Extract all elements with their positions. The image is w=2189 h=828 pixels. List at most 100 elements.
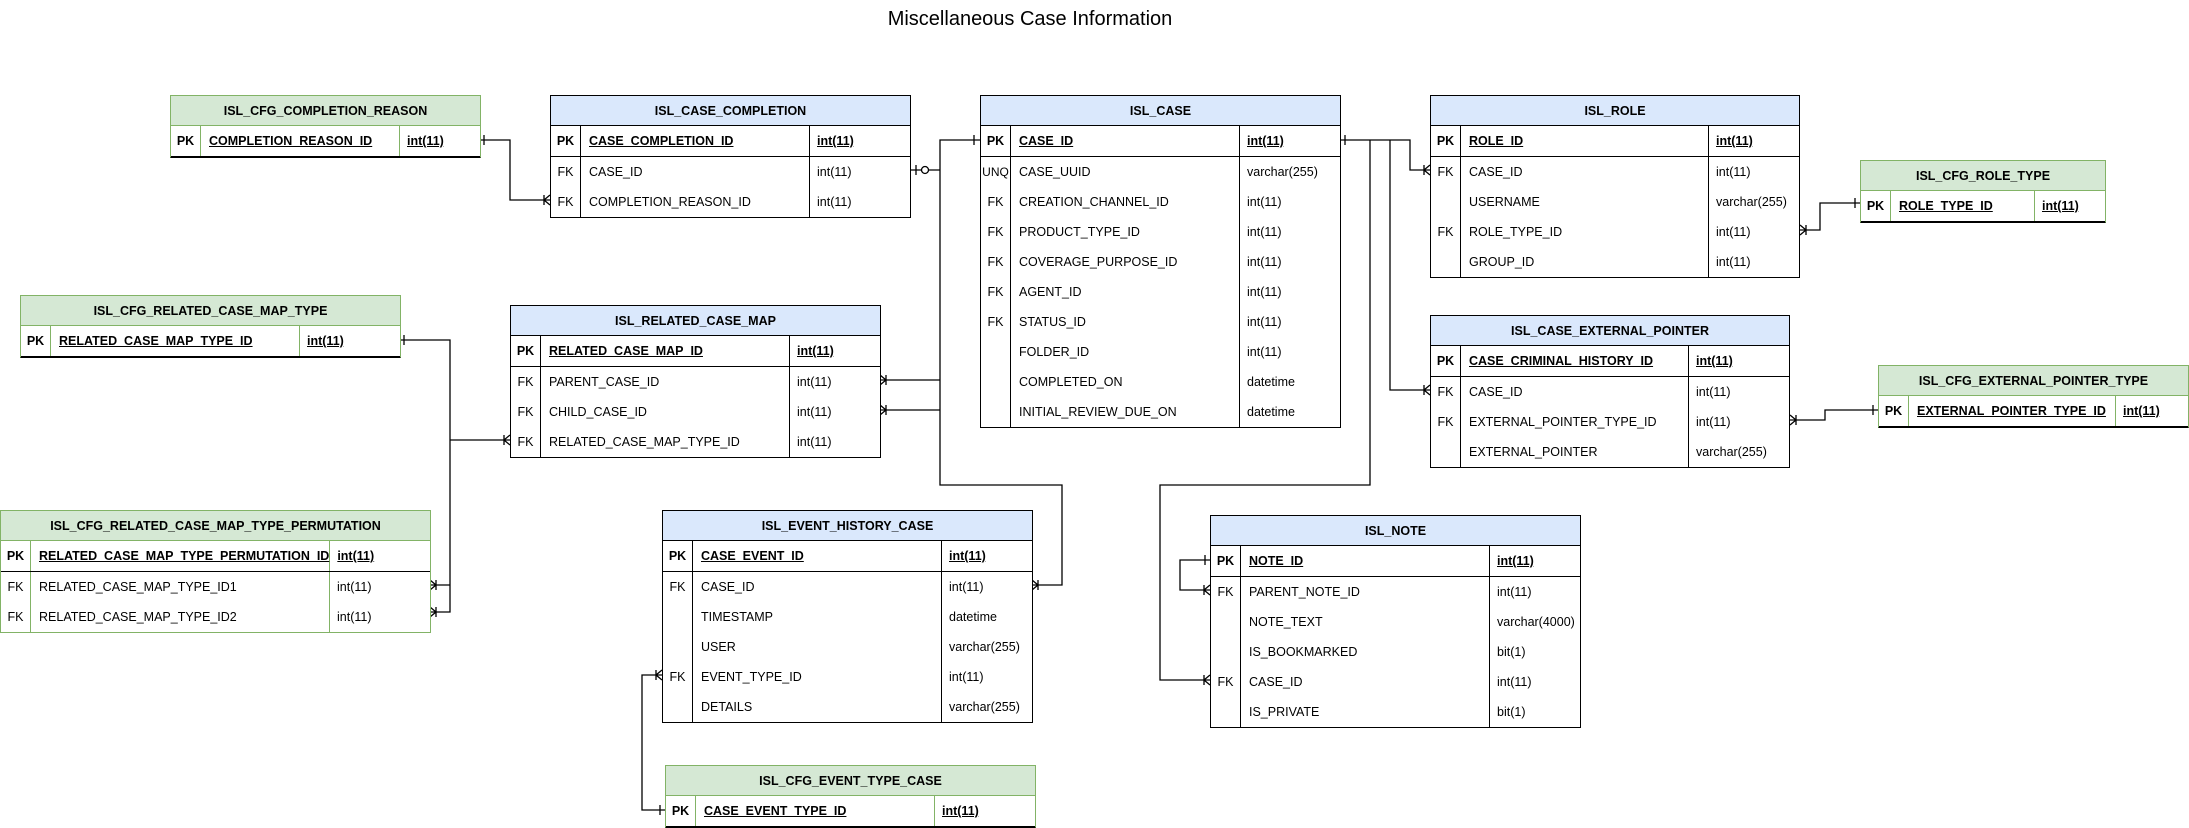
column-name: CHILD_CASE_ID (541, 397, 790, 427)
key-badge (663, 602, 693, 632)
table-row[interactable]: FOLDER_ID int(11) (981, 337, 1340, 367)
table-header: ISL_EVENT_HISTORY_CASE (663, 511, 1032, 541)
table-row[interactable]: FK EXTERNAL_POINTER_TYPE_ID int(11) (1431, 407, 1789, 437)
table-isl-event-history-case[interactable]: ISL_EVENT_HISTORY_CASE PK CASE_EVENT_ID int… (662, 510, 1033, 723)
table-row[interactable]: PK CASE_EVENT_TYPE_ID int(11) (666, 796, 1035, 827)
table-row[interactable]: GROUP_ID int(11) (1431, 247, 1799, 277)
table-row[interactable]: FK PARENT_CASE_ID int(11) (511, 367, 880, 397)
table-row[interactable]: FK ROLE_TYPE_ID int(11) (1431, 217, 1799, 247)
table-row[interactable]: USER varchar(255) (663, 632, 1032, 662)
table-row[interactable]: EXTERNAL_POINTER varchar(255) (1431, 437, 1789, 467)
key-badge: PK (663, 541, 693, 571)
table-row[interactable]: FK CASE_ID int(11) (1431, 157, 1799, 187)
table-row[interactable]: PK CASE_COMPLETION_ID int(11) (551, 126, 910, 157)
column-type: int(11) (1696, 354, 1733, 368)
table-isl-case-completion[interactable]: ISL_CASE_COMPLETION PK CASE_COMPLETION_ID i… (550, 95, 911, 218)
table-isl-cfg-role-type[interactable]: ISL_CFG_ROLE_TYPE PK ROLE_TYPE_ID int(11) (1860, 160, 2106, 223)
column-type: int(11) (1247, 315, 1282, 329)
table-row[interactable]: USERNAME varchar(255) (1431, 187, 1799, 217)
table-row[interactable]: FK RELATED_CASE_MAP_TYPE_ID1 int(11) (1, 572, 430, 602)
column-name: CASE_COMPLETION_ID (581, 126, 810, 156)
column-type: int(11) (1247, 225, 1282, 239)
table-row[interactable]: FK CASE_ID int(11) (1431, 377, 1789, 407)
table-isl-cfg-completion-reason[interactable]: ISL_CFG_COMPLETION_REASON PK COMPLETION_RE… (170, 95, 481, 158)
table-row[interactable]: FK COVERAGE_PURPOSE_ID int(11) (981, 247, 1340, 277)
column-type: int(11) (1247, 134, 1284, 148)
table-row[interactable]: FK RELATED_CASE_MAP_TYPE_ID2 int(11) (1, 602, 430, 632)
column-type: int(11) (2042, 199, 2079, 213)
table-row[interactable]: PK CASE_CRIMINAL_HISTORY_ID int(11) (1431, 346, 1789, 377)
column-type: int(11) (1716, 134, 1753, 148)
table-isl-cfg-related-case-map-type[interactable]: ISL_CFG_RELATED_CASE_MAP_TYPE PK RELATED_C… (20, 295, 401, 358)
column-name: INITIAL_REVIEW_DUE_ON (1011, 397, 1240, 427)
table-row[interactable]: PK ROLE_TYPE_ID int(11) (1861, 191, 2105, 222)
table-row[interactable]: FK CREATION_CHANNEL_ID int(11) (981, 187, 1340, 217)
link-ext-pointer-case (1389, 140, 1430, 391)
table-row[interactable]: FK AGENT_ID int(11) (981, 277, 1340, 307)
table-row[interactable]: PK COMPLETION_REASON_ID int(11) (171, 126, 480, 157)
key-badge: PK (1431, 346, 1461, 376)
table-row[interactable]: PK CASE_EVENT_ID int(11) (663, 541, 1032, 572)
table-isl-related-case-map[interactable]: ISL_RELATED_CASE_MAP PK RELATED_CASE_MAP_I… (510, 305, 881, 458)
table-header: ISL_CFG_COMPLETION_REASON (171, 96, 480, 126)
column-name: GROUP_ID (1461, 247, 1709, 277)
column-name: EVENT_TYPE_ID (693, 662, 942, 692)
table-row[interactable]: PK CASE_ID int(11) (981, 126, 1340, 157)
table-row[interactable]: PK RELATED_CASE_MAP_ID int(11) (511, 336, 880, 367)
table-header: ISL_NOTE (1211, 516, 1580, 546)
column-name: PARENT_NOTE_ID (1241, 577, 1490, 607)
table-row[interactable]: TIMESTAMP datetime (663, 602, 1032, 632)
table-isl-role[interactable]: ISL_ROLE PK ROLE_ID int(11) FK CASE_ID int(11)… (1430, 95, 1800, 278)
column-type: bit(1) (1497, 645, 1526, 659)
table-row[interactable]: INITIAL_REVIEW_DUE_ON datetime (981, 397, 1340, 427)
column-name: CASE_ID (581, 157, 810, 187)
key-badge (981, 397, 1011, 427)
table-row[interactable]: DETAILS varchar(255) (663, 692, 1032, 722)
table-row[interactable]: NOTE_TEXT varchar(4000) (1211, 607, 1580, 637)
table-row[interactable]: FK PARENT_NOTE_ID int(11) (1211, 577, 1580, 607)
column-type: int(11) (1716, 225, 1751, 239)
table-row[interactable]: FK CASE_ID int(11) (551, 157, 910, 187)
table-isl-cfg-related-case-map-type-permutation[interactable]: ISL_CFG_RELATED_CASE_MAP_TYPE_PERMUTATIO… (0, 510, 431, 633)
column-name: CASE_EVENT_TYPE_ID (696, 796, 935, 826)
table-row[interactable]: FK CASE_ID int(11) (1211, 667, 1580, 697)
table-isl-cfg-external-pointer-type[interactable]: ISL_CFG_EXTERNAL_POINTER_TYPE PK EXTERNAL_… (1878, 365, 2189, 428)
table-header: ISL_CASE (981, 96, 1340, 126)
table-row[interactable]: PK RELATED_CASE_MAP_TYPE_ID int(11) (21, 326, 400, 357)
column-name: EXTERNAL_POINTER (1461, 437, 1689, 467)
zero-marker (920, 165, 930, 175)
table-row[interactable]: FK CASE_ID int(11) (663, 572, 1032, 602)
column-type: varchar(255) (1696, 445, 1767, 459)
table-row[interactable]: FK STATUS_ID int(11) (981, 307, 1340, 337)
table-header: ISL_CFG_ROLE_TYPE (1861, 161, 2105, 191)
table-isl-cfg-event-type-case[interactable]: ISL_CFG_EVENT_TYPE_CASE PK CASE_EVENT_TYPE… (665, 765, 1036, 828)
table-row[interactable]: FK EVENT_TYPE_ID int(11) (663, 662, 1032, 692)
table-row[interactable]: FK RELATED_CASE_MAP_TYPE_ID int(11) (511, 427, 880, 457)
table-row[interactable]: FK CHILD_CASE_ID int(11) (511, 397, 880, 427)
column-name: CASE_ID (1461, 377, 1689, 407)
column-name: COMPLETION_REASON_ID (201, 126, 400, 156)
column-name: ROLE_TYPE_ID (1891, 191, 2035, 221)
table-row[interactable]: PK RELATED_CASE_MAP_TYPE_PERMUTATION_ID in… (1, 541, 430, 572)
table-row[interactable]: IS_PRIVATE bit(1) (1211, 697, 1580, 727)
table-row[interactable]: COMPLETED_ON datetime (981, 367, 1340, 397)
column-type: int(11) (1716, 255, 1751, 269)
table-isl-case[interactable]: ISL_CASE PK CASE_ID int(11) UNQ CASE_UUID varc… (980, 95, 1341, 428)
column-name: STATUS_ID (1011, 307, 1240, 337)
table-row[interactable]: IS_BOOKMARKED bit(1) (1211, 637, 1580, 667)
table-row[interactable]: PK EXTERNAL_POINTER_TYPE_ID int(11) (1879, 396, 2188, 427)
table-row[interactable]: PK NOTE_ID int(11) (1211, 546, 1580, 577)
table-isl-note[interactable]: ISL_NOTE PK NOTE_ID int(11) FK PARENT_NOTE_ID… (1210, 515, 1581, 728)
table-row[interactable]: FK PRODUCT_TYPE_ID int(11) (981, 217, 1340, 247)
column-type: int(11) (1247, 255, 1282, 269)
key-badge: PK (1431, 126, 1461, 156)
key-badge: UNQ (981, 157, 1011, 187)
key-badge: FK (1211, 667, 1241, 697)
table-isl-case-external-pointer[interactable]: ISL_CASE_EXTERNAL_POINTER PK CASE_CRIMINAL… (1430, 315, 1790, 468)
column-type: int(11) (1247, 195, 1282, 209)
table-row[interactable]: FK COMPLETION_REASON_ID int(11) (551, 187, 910, 217)
key-badge: FK (1, 572, 31, 602)
table-row[interactable]: UNQ CASE_UUID varchar(255) (981, 157, 1340, 187)
table-row[interactable]: PK ROLE_ID int(11) (1431, 126, 1799, 157)
key-badge (1431, 187, 1461, 217)
